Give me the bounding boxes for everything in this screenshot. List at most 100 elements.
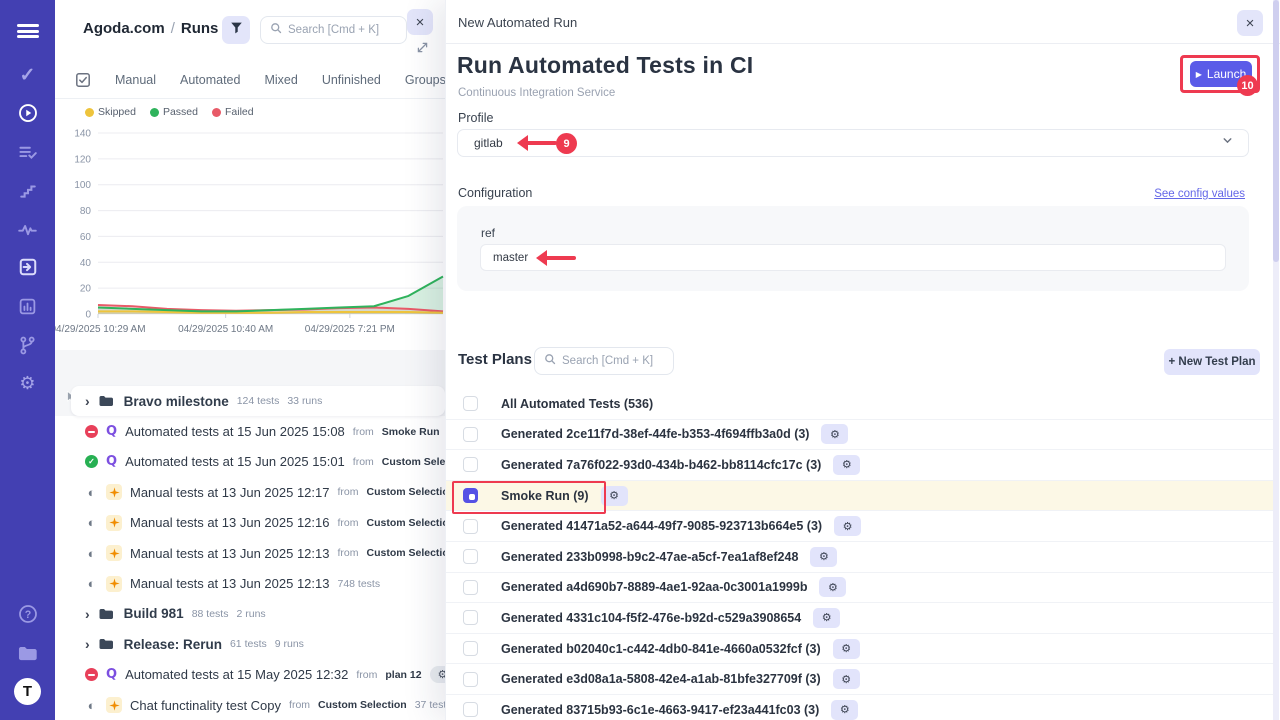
plan-settings-button[interactable]: ⚙ xyxy=(601,486,628,506)
settings-icon[interactable]: ⚙ xyxy=(0,370,55,396)
search-input[interactable] xyxy=(288,24,397,36)
play-icon: ▶ xyxy=(1196,70,1202,79)
run-row[interactable]: ◐Manual tests at 13 Jun 2025 12:17fromCu… xyxy=(55,477,445,507)
chevron-right-icon[interactable]: › xyxy=(85,637,90,651)
tab-manual[interactable]: Manual xyxy=(115,73,156,87)
run-row[interactable]: ◐Manual tests at 13 Jun 2025 12:13748 te… xyxy=(55,568,445,598)
plan-checkbox[interactable] xyxy=(463,488,478,503)
plan-settings-button[interactable]: ⚙ xyxy=(833,639,860,659)
filter-button[interactable] xyxy=(222,16,250,44)
projects-icon[interactable] xyxy=(0,640,55,666)
run-group-row[interactable]: ›Build 98188 tests2 runs xyxy=(55,599,445,629)
run-badge[interactable]: ⚙test xyxy=(430,666,445,683)
test-plan-row[interactable]: Generated 7a76f022-93d0-434b-b462-bb8114… xyxy=(446,450,1273,481)
annotation-step-badge-9: 9 xyxy=(556,133,577,154)
plan-checkbox[interactable] xyxy=(463,672,478,687)
plan-checkbox[interactable] xyxy=(463,610,478,625)
runs-list: ›Bravo milestone124 tests33 runsQAutomat… xyxy=(55,386,445,720)
run-row[interactable]: ◐Chat functinality test CopyfromCustom S… xyxy=(55,690,445,720)
test-plans-search-input[interactable] xyxy=(562,355,664,367)
tab-mixed[interactable]: Mixed xyxy=(264,73,297,87)
tab-automated[interactable]: Automated xyxy=(180,73,240,87)
run-group-name: Bravo milestone xyxy=(124,394,229,409)
panel-close-button[interactable]: × xyxy=(407,9,433,35)
test-plan-row[interactable]: Generated 83715b93-6c1e-4663-9417-ef23a4… xyxy=(446,695,1273,720)
gear-icon: ⚙ xyxy=(843,520,853,533)
new-test-plan-button[interactable]: + New Test Plan xyxy=(1164,349,1260,375)
resize-icon[interactable] xyxy=(417,40,428,58)
plan-settings-button[interactable]: ⚙ xyxy=(813,608,840,628)
see-config-values-link[interactable]: See config values xyxy=(1154,188,1245,200)
breadcrumb-project[interactable]: Agoda.com xyxy=(83,20,165,37)
test-plan-row[interactable]: Smoke Run (9) ⚙ xyxy=(446,481,1273,512)
test-plan-row[interactable]: Generated 2ce11f7d-38ef-44fe-b353-4f694f… xyxy=(446,420,1273,451)
plan-label: Smoke Run (9) xyxy=(501,489,589,503)
run-row[interactable]: QAutomated tests at 15 Jun 2025 15:01fro… xyxy=(55,447,445,477)
plan-settings-button[interactable]: ⚙ xyxy=(819,577,846,597)
ref-input[interactable] xyxy=(480,244,1226,271)
runs-icon[interactable] xyxy=(0,100,55,126)
all-runs-tab-icon[interactable] xyxy=(75,72,91,88)
test-plan-row[interactable]: Generated 41471a52-a644-49f7-9085-923713… xyxy=(446,511,1273,542)
import-icon[interactable] xyxy=(0,254,55,280)
test-plans-icon[interactable] xyxy=(0,139,55,165)
chevron-right-icon[interactable]: › xyxy=(85,607,90,621)
run-from-label: from xyxy=(356,669,377,681)
plan-label: Generated e3d08a1a-5808-42e4-a1ab-81bfe3… xyxy=(501,672,821,686)
legend-dot xyxy=(212,108,221,117)
plan-checkbox[interactable] xyxy=(463,641,478,656)
plan-checkbox[interactable] xyxy=(463,396,478,411)
test-plan-row[interactable]: Generated 233b0998-b9c2-47ae-a5cf-7ea1af… xyxy=(446,542,1273,573)
test-plan-row[interactable]: Generated b02040c1-c442-4db0-841e-4660a0… xyxy=(446,634,1273,665)
help-icon[interactable]: ? xyxy=(0,601,55,627)
plan-checkbox[interactable] xyxy=(463,549,478,564)
annotation-arrow-ref xyxy=(539,256,576,260)
run-from-label: from xyxy=(353,426,374,438)
test-plan-row[interactable]: Generated e3d08a1a-5808-42e4-a1ab-81bfe3… xyxy=(446,664,1273,695)
chevron-right-icon[interactable]: › xyxy=(85,394,90,408)
run-title: Manual tests at 13 Jun 2025 12:16 xyxy=(130,515,329,530)
plan-settings-button[interactable]: ⚙ xyxy=(834,516,861,536)
plan-settings-button[interactable]: ⚙ xyxy=(833,455,860,475)
run-group-row[interactable]: ›Bravo milestone124 tests33 runs xyxy=(71,386,445,416)
runs-trend-chart: 02040608010012014004/29/2025 10:29 AM04/… xyxy=(55,122,445,357)
chart-svg: 02040608010012014004/29/2025 10:29 AM04/… xyxy=(55,122,445,357)
branches-icon[interactable] xyxy=(0,332,55,358)
plan-settings-button[interactable]: ⚙ xyxy=(831,700,858,720)
plan-label: Generated 4331c104-f5f2-476e-b92d-c529a3… xyxy=(501,611,801,625)
plan-checkbox[interactable] xyxy=(463,457,478,472)
run-source: Custom Selection xyxy=(318,699,407,711)
tab-unfinished[interactable]: Unfinished xyxy=(322,73,381,87)
run-row[interactable]: ◐Manual tests at 13 Jun 2025 12:16fromCu… xyxy=(55,508,445,538)
tab-groups[interactable]: Groups xyxy=(405,73,445,87)
test-plan-row[interactable]: Generated a4d690b7-8889-4ae1-92aa-0c3001… xyxy=(446,573,1273,604)
profile-avatar[interactable]: T xyxy=(0,678,55,704)
run-row[interactable]: QAutomated tests at 15 May 2025 12:32fro… xyxy=(55,660,445,690)
plan-settings-button[interactable]: ⚙ xyxy=(810,547,837,567)
run-row[interactable]: ◐Manual tests at 13 Jun 2025 12:13fromCu… xyxy=(55,538,445,568)
drawer-close-button[interactable]: × xyxy=(1237,10,1263,36)
run-group-row[interactable]: ›Release: Rerun61 tests9 runs xyxy=(55,629,445,659)
test-plan-row[interactable]: Generated 4331c104-f5f2-476e-b92d-c529a3… xyxy=(446,603,1273,634)
steps-icon[interactable] xyxy=(0,178,55,204)
plan-checkbox[interactable] xyxy=(463,427,478,442)
menu-icon[interactable] xyxy=(0,18,55,44)
pulse-icon[interactable] xyxy=(0,216,55,242)
plan-checkbox[interactable] xyxy=(463,519,478,534)
legend-dot xyxy=(85,108,94,117)
scrollbar[interactable] xyxy=(1273,0,1279,720)
run-source: Custom Selection xyxy=(366,517,445,529)
scrollbar-thumb[interactable] xyxy=(1273,0,1279,262)
plan-checkbox[interactable] xyxy=(463,580,478,595)
analytics-icon[interactable] xyxy=(0,293,55,319)
test-plan-row[interactable]: All Automated Tests (536) xyxy=(446,389,1273,420)
svg-text:40: 40 xyxy=(80,258,92,269)
run-title: Chat functinality test Copy xyxy=(130,698,281,713)
plan-checkbox[interactable] xyxy=(463,702,478,717)
folder-icon xyxy=(98,636,114,652)
tests-icon[interactable]: ✓ xyxy=(0,62,55,88)
run-title: Manual tests at 13 Jun 2025 12:13 xyxy=(130,576,329,591)
run-row[interactable]: QAutomated tests at 15 Jun 2025 15:08fro… xyxy=(55,416,445,446)
plan-settings-button[interactable]: ⚙ xyxy=(833,669,860,689)
plan-settings-button[interactable]: ⚙ xyxy=(821,424,848,444)
